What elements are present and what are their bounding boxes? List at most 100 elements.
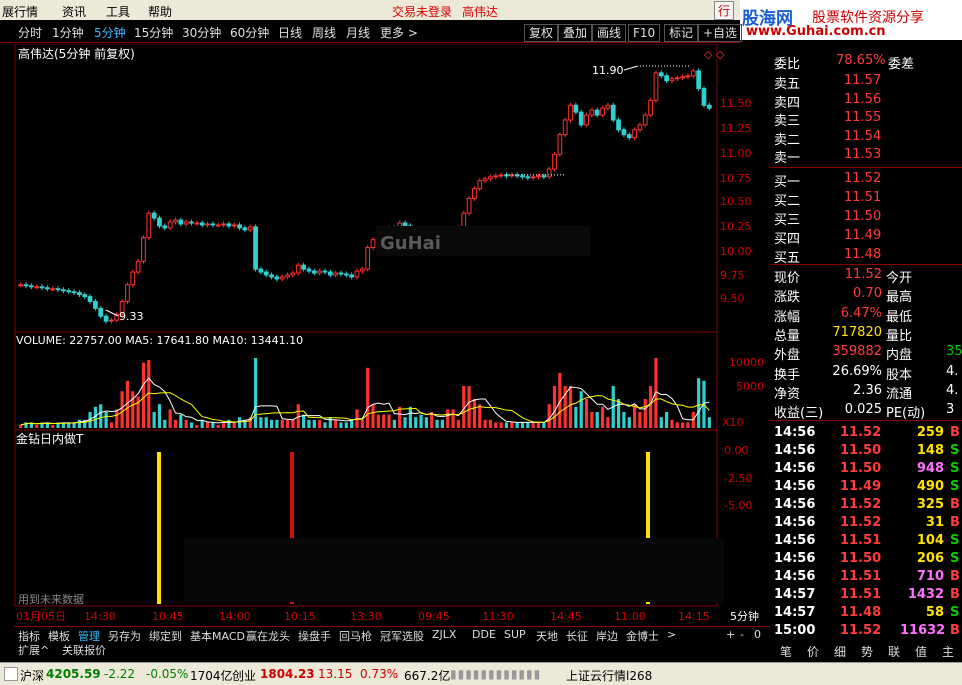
candle-body [183,221,189,225]
tick-price: 11.50 [840,551,882,566]
volume-bar [488,419,493,428]
sh-index-name[interactable]: 沪深 [20,667,44,684]
menu-item-tools[interactable]: 工具 [106,3,130,20]
candle-body [226,223,232,227]
tick-side: B [950,623,960,638]
candle-body [44,287,50,290]
candle-body [151,212,157,219]
volume-bar [221,422,226,428]
menu-item-market[interactable]: 展行情 [2,3,38,20]
indicator-tab[interactable]: ZJLX [432,628,456,641]
stat-label: 股本 [886,367,913,383]
bid-level-row: 买四 11.49 [770,227,962,247]
tool-add-favorite[interactable]: +自选 [698,24,743,42]
cy-index-name[interactable]: 创业 [232,667,256,684]
menu-item-help[interactable]: 帮助 [148,3,172,20]
stat-label: 涨跌 [774,290,801,306]
menu-item-news[interactable]: 资讯 [62,3,86,20]
low-price-label: 9.33 [119,310,144,323]
period-indicator[interactable]: 5分钟 [730,609,759,623]
stat-value: 0.70 [853,286,882,302]
tab-control-button[interactable]: 0 [754,628,761,641]
volume-bar [195,425,199,428]
volume-bar [77,419,81,428]
feed-status[interactable]: 上证云行情l268 [566,667,652,684]
candle-body [215,224,221,227]
candle-body [285,274,290,278]
volume-bar [318,419,322,428]
ext-related-quotes[interactable]: 关联报价 [62,642,106,658]
indicator-tab-bar: 指标 模板 管理 另存为 绑定到 基本MACD 赢在龙头 操盘手 回马枪 冠军选股 ZJLX DDE S… [14,626,770,643]
period-1min[interactable]: 1分钟 [52,24,84,41]
period-60min[interactable]: 60分钟 [230,24,269,41]
period-day[interactable]: 日线 [278,24,302,41]
volume-bar [590,412,594,428]
tool-restore-rights[interactable]: 复权 [524,24,559,42]
chart-corner-marker[interactable]: ◇ ◇ [704,48,725,61]
candle-body [317,270,322,274]
tick-price: 11.52 [840,623,882,638]
volume-bar [163,419,167,428]
candle-body [290,272,296,276]
tool-overlay[interactable]: 叠加 [558,24,593,42]
ext-expand[interactable]: 扩展^ [18,642,49,658]
panel-nav-tab[interactable]: 价 [807,643,819,660]
extension-bar: 扩展^ 关联报价 [14,642,770,658]
panel-nav-tab[interactable]: 势 [861,643,873,660]
panel-nav-tab[interactable]: 笔 [780,643,792,660]
volume-bar [595,412,599,428]
sh-index-value: 4205.59 [46,667,101,681]
candle-body [589,109,595,116]
volume-bar [670,419,674,428]
tick-row: 14:56 11.51 710 B [770,568,962,587]
bid-level-label: 买四 [774,232,801,247]
volume-bar [168,409,172,428]
volume-bar [643,399,647,428]
time-axis-label: 13:30 [350,610,382,623]
stat-value: 3 [946,402,955,418]
cy-index-amount: 667.2亿 [404,669,451,683]
panel-nav-tab[interactable]: 主 [942,643,954,660]
volume-bar [665,412,669,428]
tool-f10[interactable]: F10 [628,24,661,42]
tick-volume: 325 [916,497,944,512]
indicator-title: 金钻日内做T [16,431,84,446]
kline-chart[interactable]: 高伟达(5分钟 前复权) ◇ ◇ 11.50 11.25 11.00 10.75… [14,44,770,626]
tick-side: S [950,461,960,476]
period-more[interactable]: 更多 > [380,24,418,41]
indicator-tab[interactable]: > [667,628,676,641]
period-minute[interactable]: 分时 [18,24,42,41]
candle-body [71,291,77,294]
candle-body [685,75,691,78]
volume-bar [179,414,183,428]
indicator-tab[interactable]: SUP [504,628,526,641]
volume-bar [659,417,663,428]
candle-body [477,180,483,190]
volume-bar [35,425,39,428]
indicator-tab[interactable]: DDE [472,628,496,641]
tool-draw-line[interactable]: 画线 [592,24,627,42]
period-week[interactable]: 周线 [312,24,336,41]
candle-body [231,224,237,227]
period-15min[interactable]: 15分钟 [134,24,173,41]
volume-bar [120,391,124,428]
tool-mark[interactable]: 标记 [664,24,699,42]
candle-body [349,274,355,278]
login-status[interactable]: 交易未登录 [392,3,452,20]
trade-button[interactable]: 行 [714,1,735,20]
panel-nav-tab[interactable]: 值 [915,643,927,660]
volume-bar [291,419,295,428]
volume-bar [403,417,407,428]
ask-level-price: 11.56 [844,91,882,107]
volume-bar [366,367,370,428]
period-30min[interactable]: 30分钟 [182,24,221,41]
tick-volume: 206 [916,551,944,566]
panel-nav-tab[interactable]: 细 [834,643,846,660]
indicator-axis-label: 0.00 [724,444,749,457]
period-month[interactable]: 月线 [346,24,370,41]
period-5min[interactable]: 5分钟 [94,24,126,41]
tab-control-button[interactable]: + [726,628,735,641]
panel-nav-tab[interactable]: 联 [888,643,900,660]
tab-control-button[interactable]: - [740,628,744,641]
candle-body [279,276,285,280]
